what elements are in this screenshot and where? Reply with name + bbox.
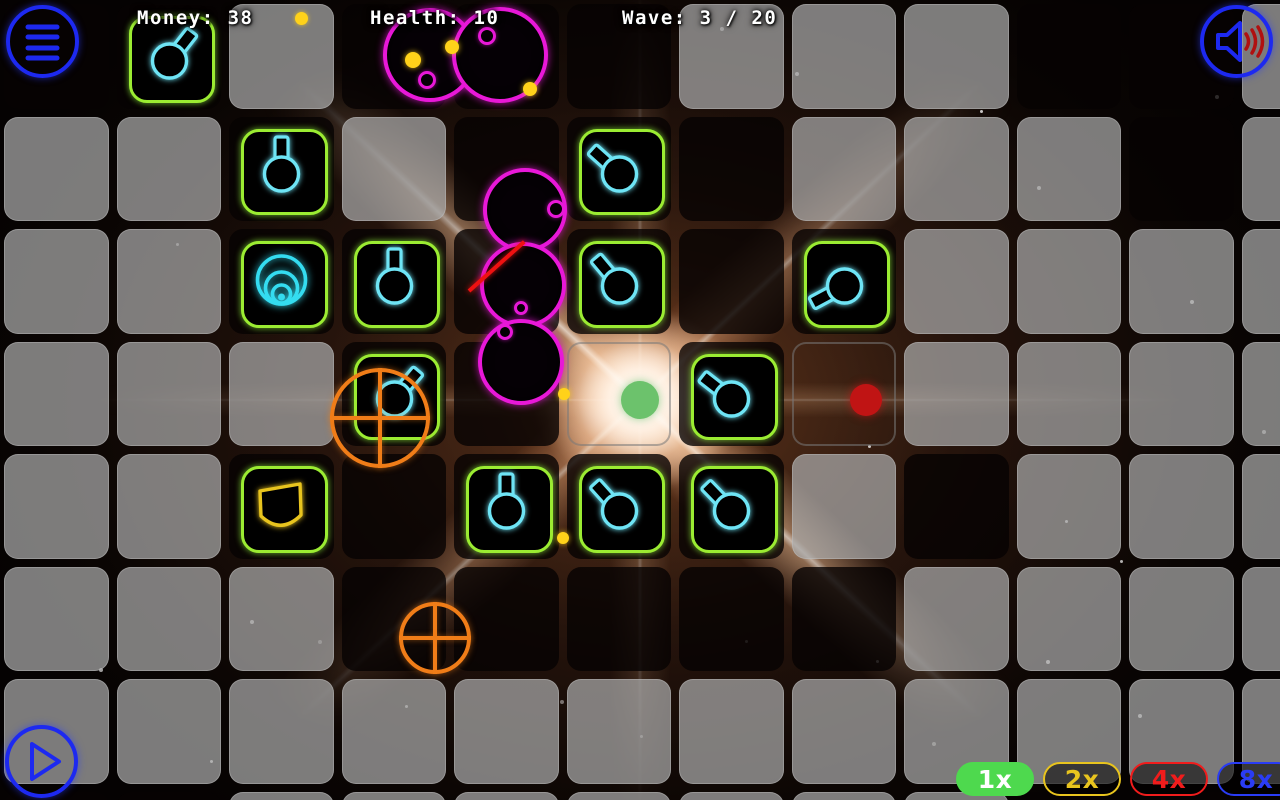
- targeting-reticle[interactable]: [330, 368, 430, 468]
- coin-pickup[interactable]: [405, 52, 421, 68]
- enemy-detail-ring: [497, 324, 513, 340]
- enemy-detail-ring: [514, 301, 528, 315]
- game-screen: Money: 38 Health: 10 Wave: 3 / 20 1x 2x …: [0, 0, 1280, 800]
- speed-button-label: 4x: [1152, 765, 1187, 794]
- enemy-detail-ring: [478, 27, 496, 45]
- entity-layer: [0, 0, 1280, 800]
- sound-button[interactable]: [1200, 5, 1273, 78]
- coin-pickup[interactable]: [557, 532, 569, 544]
- health-readout: Health: 10: [370, 7, 499, 29]
- enemy-spawn-marker[interactable]: [850, 384, 882, 416]
- speed-button-2x[interactable]: 2x: [1043, 762, 1121, 796]
- speed-button-1x[interactable]: 1x: [956, 762, 1034, 796]
- base-core-marker[interactable]: [621, 381, 659, 419]
- wave-readout: Wave: 3 / 20: [622, 7, 777, 29]
- coin-pickup[interactable]: [558, 388, 570, 400]
- speaker-icon: [1204, 9, 1269, 74]
- menu-button[interactable]: [6, 5, 79, 78]
- coin-icon: [295, 12, 308, 25]
- coin-pickup[interactable]: [523, 82, 537, 96]
- enemy-detail-ring: [418, 71, 436, 89]
- speed-button-4x[interactable]: 4x: [1130, 762, 1208, 796]
- speed-button-label: 1x: [978, 765, 1013, 794]
- speed-button-8x[interactable]: 8x: [1217, 762, 1280, 796]
- enemy-unit[interactable]: [478, 319, 564, 405]
- enemy-unit[interactable]: [480, 242, 566, 328]
- targeting-reticle[interactable]: [399, 602, 471, 674]
- play-triangle-icon: [9, 729, 74, 794]
- hamburger-menu-icon: [10, 9, 75, 74]
- coin-pickup[interactable]: [445, 40, 459, 54]
- speed-button-label: 2x: [1065, 765, 1100, 794]
- enemy-detail-ring: [547, 200, 565, 218]
- speed-button-label: 8x: [1239, 765, 1274, 794]
- play-button[interactable]: [5, 725, 78, 798]
- speed-controls[interactable]: 1x 2x 4x 8x: [956, 762, 1280, 796]
- money-readout: Money: 38: [137, 7, 253, 29]
